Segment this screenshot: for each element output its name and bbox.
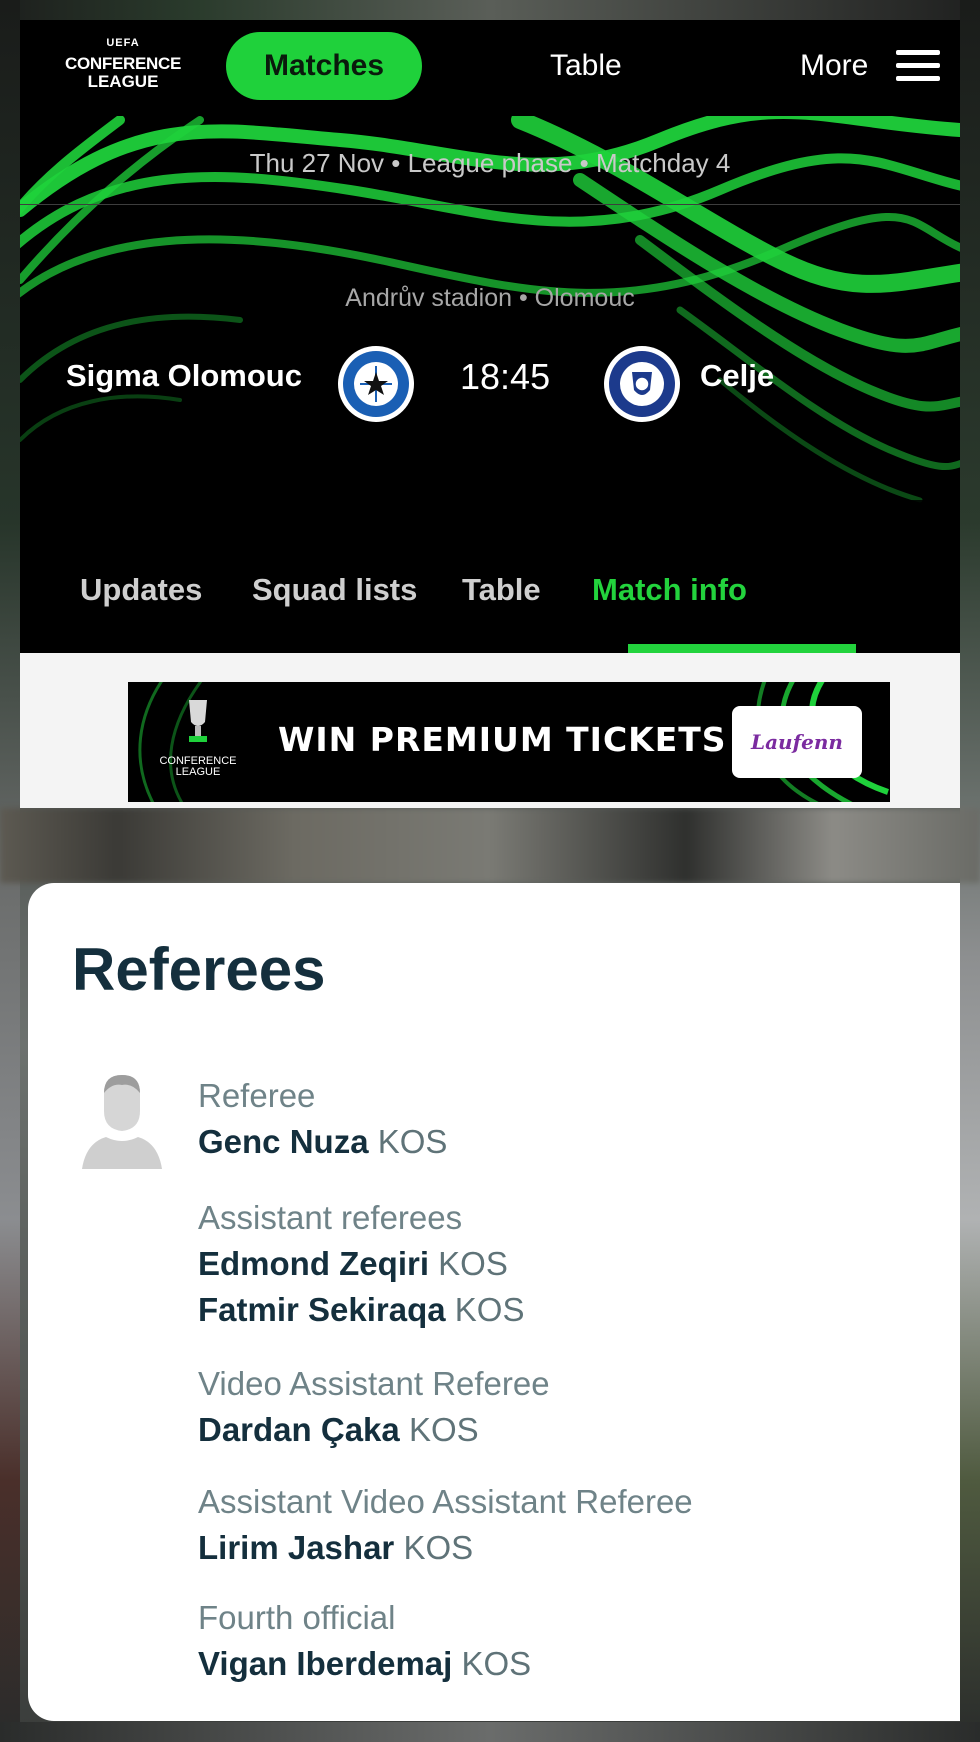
tab-table[interactable]: Table [462,572,541,608]
official-name[interactable]: Fatmir Sekiraqa [198,1291,446,1328]
official-name[interactable]: Dardan Çaka [198,1411,400,1448]
role-label: Fourth official [198,1599,396,1636]
promo-banner[interactable]: CONFERENCE LEAGUE WIN PREMIUM TICKETS La… [128,682,890,802]
ad-headline: WIN PREMIUM TICKETS [278,720,727,759]
active-tab-indicator [628,644,856,653]
celje-crest-icon[interactable] [604,346,680,422]
backdrop-blur-strip [0,808,980,883]
official-country: KOS [408,1411,479,1448]
trophy-icon [189,700,207,742]
referee-avatar-icon [82,1075,162,1169]
official-row: Edmond Zeqiri KOS [198,1241,525,1287]
official-row: Dardan Çaka KOS [198,1407,550,1453]
tab-squad-lists[interactable]: Squad lists [252,572,417,608]
header-divider [20,204,960,205]
hamburger-menu-icon[interactable] [896,50,940,82]
ad-conference-league-logo: CONFERENCE LEAGUE [148,696,248,792]
away-team-name[interactable]: Celje [700,358,774,394]
match-header: UEFA CONFERENCE LEAGUE Matches Table Mor… [20,20,960,653]
official-name[interactable]: Genc Nuza [198,1123,369,1160]
sigma-olomouc-crest-icon[interactable] [338,346,414,422]
role-label: Assistant Video Assistant Referee [198,1483,693,1520]
official-country: KOS [377,1123,448,1160]
official-row: Lirim Jashar KOS [198,1525,693,1571]
match-venue: Andrův stadion • Olomouc [345,284,635,312]
official-row: Genc Nuza KOS [198,1119,447,1165]
official-row: Fatmir Sekiraqa KOS [198,1287,525,1333]
official-name[interactable]: Lirim Jashar [198,1529,394,1566]
role-label: Referee [198,1077,316,1114]
logo-uefa-text: UEFA [106,37,140,49]
match-tabs: Updates Squad lists Table Match info [20,572,960,653]
top-navigation: UEFA CONFERENCE LEAGUE Matches Table Mor… [20,20,960,116]
official-country: KOS [438,1245,508,1282]
referees-title: Referees [72,936,326,1003]
nav-table-link[interactable]: Table [550,32,622,100]
logo-league-text: LEAGUE [87,72,159,91]
home-team-name[interactable]: Sigma Olomouc [66,358,302,394]
logo-conference-text: CONFERENCE [64,54,181,73]
fourth-official-group: Fourth official Vigan Iberdemaj KOS [198,1595,531,1687]
avar-group: Assistant Video Assistant Referee Lirim … [198,1479,693,1571]
official-name[interactable]: Edmond Zeqiri [198,1245,429,1282]
conference-league-logo[interactable]: UEFA CONFERENCE LEAGUE [58,34,188,102]
referee-group: Referee Genc Nuza KOS [198,1073,447,1165]
kickoff-time: 18:45 [460,356,551,397]
match-meta: Thu 27 Nov • League phase • Matchday 4 [249,148,731,178]
official-country: KOS [454,1291,525,1328]
official-row: Vigan Iberdemaj KOS [198,1641,531,1687]
backdrop-top [0,0,980,20]
ad-container: CONFERENCE LEAGUE WIN PREMIUM TICKETS La… [20,653,960,808]
official-country: KOS [403,1529,474,1566]
backdrop-bottom [0,1722,980,1742]
ad-logo-text: CONFERENCE LEAGUE [159,754,237,779]
laufenn-logo: Laufenn [732,706,862,778]
nav-more-link[interactable]: More [800,32,868,100]
var-group: Video Assistant Referee Dardan Çaka KOS [198,1361,550,1453]
assistant-referees-group: Assistant referees Edmond Zeqiri KOS Fat… [198,1195,525,1333]
role-label: Video Assistant Referee [198,1365,550,1402]
official-country: KOS [461,1645,532,1682]
tab-updates[interactable]: Updates [80,572,202,608]
tab-match-info[interactable]: Match info [592,572,747,608]
role-label: Assistant referees [198,1199,463,1236]
nav-matches-button[interactable]: Matches [226,32,422,100]
official-name[interactable]: Vigan Iberdemaj [198,1645,452,1682]
referees-card: Referees Referee Genc Nuza KOS Assistant… [28,883,960,1721]
